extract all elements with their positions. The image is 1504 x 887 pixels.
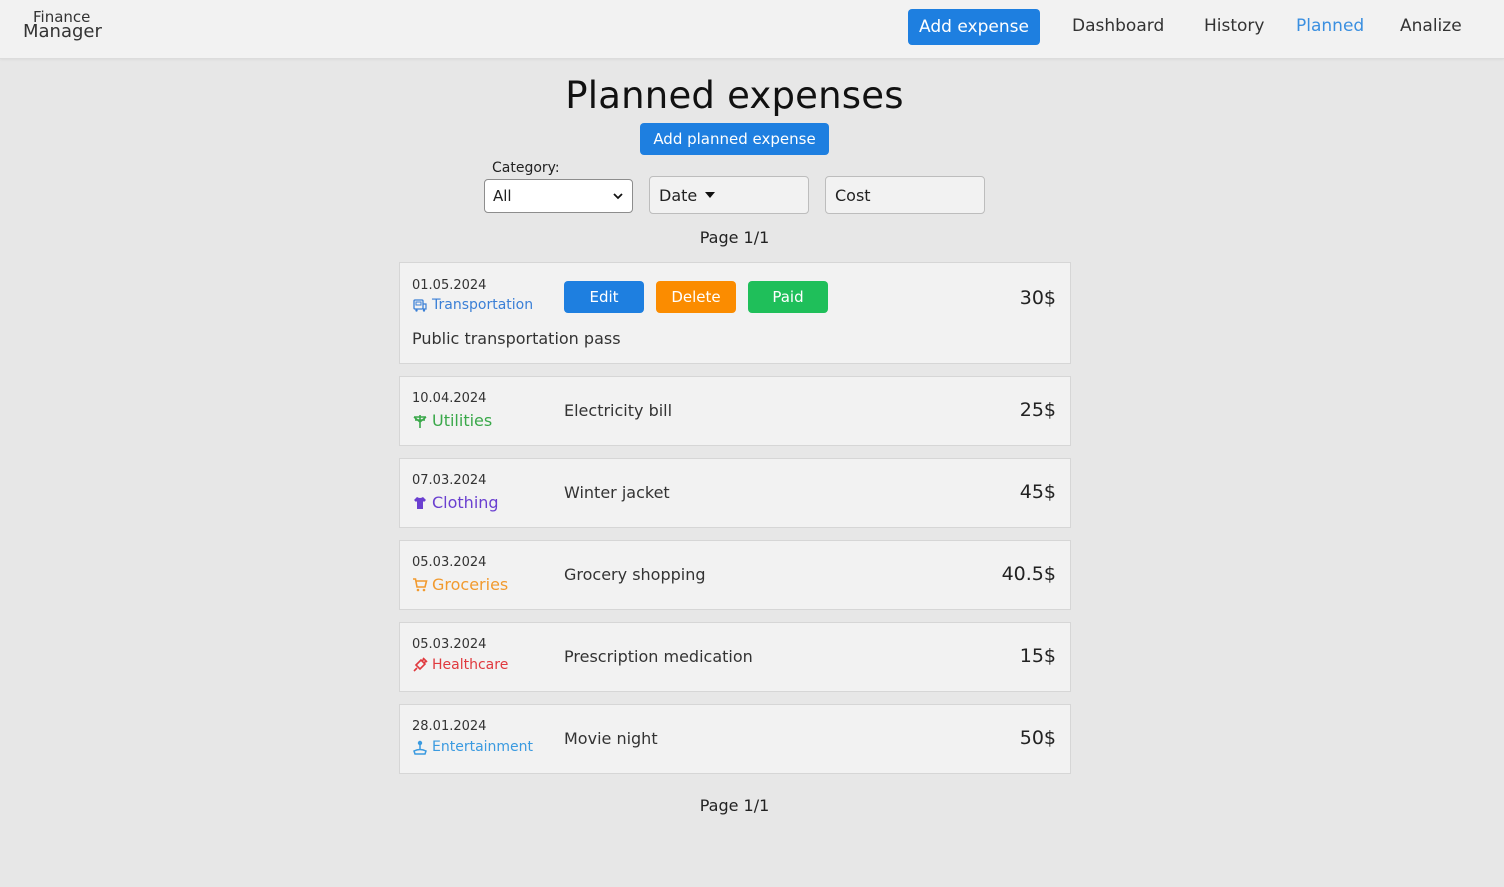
category-label: Category: xyxy=(492,160,560,176)
expense-amount: 50$ xyxy=(1019,727,1056,749)
edit-button[interactable]: Edit xyxy=(564,281,644,313)
expense-description: Movie night xyxy=(564,729,658,748)
sort-by-date-button[interactable]: Date xyxy=(649,176,809,214)
expense-category: Clothing xyxy=(412,493,499,512)
expense-category-label: Groceries xyxy=(432,575,509,594)
expense-category: Groceries xyxy=(412,575,508,594)
expense-category-label: Transportation xyxy=(432,297,534,313)
expense-card[interactable]: 28.01.2024 Entertainment Movie night 50$ xyxy=(399,704,1071,774)
expense-card[interactable]: 07.03.2024 Clothing Winter jacket 45$ xyxy=(399,458,1071,528)
brand-line-2: Manager xyxy=(23,21,102,42)
expense-category-label: Utilities xyxy=(432,411,493,430)
power-pole-icon xyxy=(413,414,427,428)
expense-amount: 45$ xyxy=(1019,481,1056,503)
delete-button[interactable]: Delete xyxy=(656,281,736,313)
syringe-icon xyxy=(413,657,428,672)
expense-description: Winter jacket xyxy=(564,483,670,502)
top-navbar: Finance Manager Add expense Dashboard Hi… xyxy=(0,0,1504,59)
expense-category-label: Clothing xyxy=(432,493,499,512)
expense-description: Electricity bill xyxy=(564,401,673,420)
expense-card[interactable]: 10.04.2024 Utilities Electricity bill 25… xyxy=(399,376,1071,446)
expense-date: 05.03.2024 xyxy=(412,637,487,652)
add-expense-button[interactable]: Add expense xyxy=(908,9,1040,45)
bus-icon xyxy=(413,299,427,312)
expense-date: 10.04.2024 xyxy=(412,391,487,406)
expense-date: 05.03.2024 xyxy=(412,555,487,570)
expense-category-label: Entertainment xyxy=(432,739,534,755)
expense-amount: 40.5$ xyxy=(1001,563,1056,585)
brand-logo[interactable]: Finance Manager xyxy=(23,10,102,41)
pager-bottom: Page 1/1 xyxy=(699,796,770,815)
expense-description: Public transportation pass xyxy=(412,329,621,348)
expense-card[interactable]: 01.05.2024 Transportation Edit Delete Pa… xyxy=(399,262,1071,364)
nav-link-analize[interactable]: Analize xyxy=(1400,16,1462,36)
expense-card[interactable]: 05.03.2024 Healthcare Prescription medic… xyxy=(399,622,1071,692)
expense-category: Transportation xyxy=(412,297,533,313)
shirt-icon xyxy=(414,496,426,509)
category-select-value: All xyxy=(493,187,512,205)
expense-date: 01.05.2024 xyxy=(412,278,487,293)
expense-category-label: Healthcare xyxy=(432,657,509,673)
pager-top: Page 1/1 xyxy=(699,228,770,247)
chevron-down-icon xyxy=(613,193,623,200)
expense-amount: 15$ xyxy=(1019,645,1056,667)
nav-link-dashboard[interactable]: Dashboard xyxy=(1072,16,1164,36)
cart-icon xyxy=(413,577,428,591)
page-title: Planned expenses xyxy=(565,74,904,117)
expense-description: Grocery shopping xyxy=(564,565,706,584)
paid-button[interactable]: Paid xyxy=(748,281,828,313)
expense-date: 07.03.2024 xyxy=(412,473,487,488)
expense-category: Healthcare xyxy=(412,657,508,673)
expense-amount: 30$ xyxy=(1019,287,1056,309)
expense-card[interactable]: 05.03.2024 Groceries Grocery shopping 40… xyxy=(399,540,1071,610)
expense-amount: 25$ xyxy=(1019,399,1056,421)
expense-category: Utilities xyxy=(412,411,492,430)
sort-by-cost-button[interactable]: Cost xyxy=(825,176,985,214)
sort-cost-label: Cost xyxy=(835,185,871,205)
nav-link-planned[interactable]: Planned xyxy=(1296,16,1364,36)
expense-description: Prescription medication xyxy=(564,647,753,666)
nav-link-history[interactable]: History xyxy=(1204,16,1264,36)
expense-category: Entertainment xyxy=(412,739,533,755)
caret-down-icon xyxy=(705,192,716,198)
add-planned-expense-button[interactable]: Add planned expense xyxy=(640,123,829,155)
expense-date: 28.01.2024 xyxy=(412,719,487,734)
category-select[interactable]: All xyxy=(484,179,633,213)
sort-date-label: Date xyxy=(659,185,698,205)
joystick-icon xyxy=(413,740,427,755)
